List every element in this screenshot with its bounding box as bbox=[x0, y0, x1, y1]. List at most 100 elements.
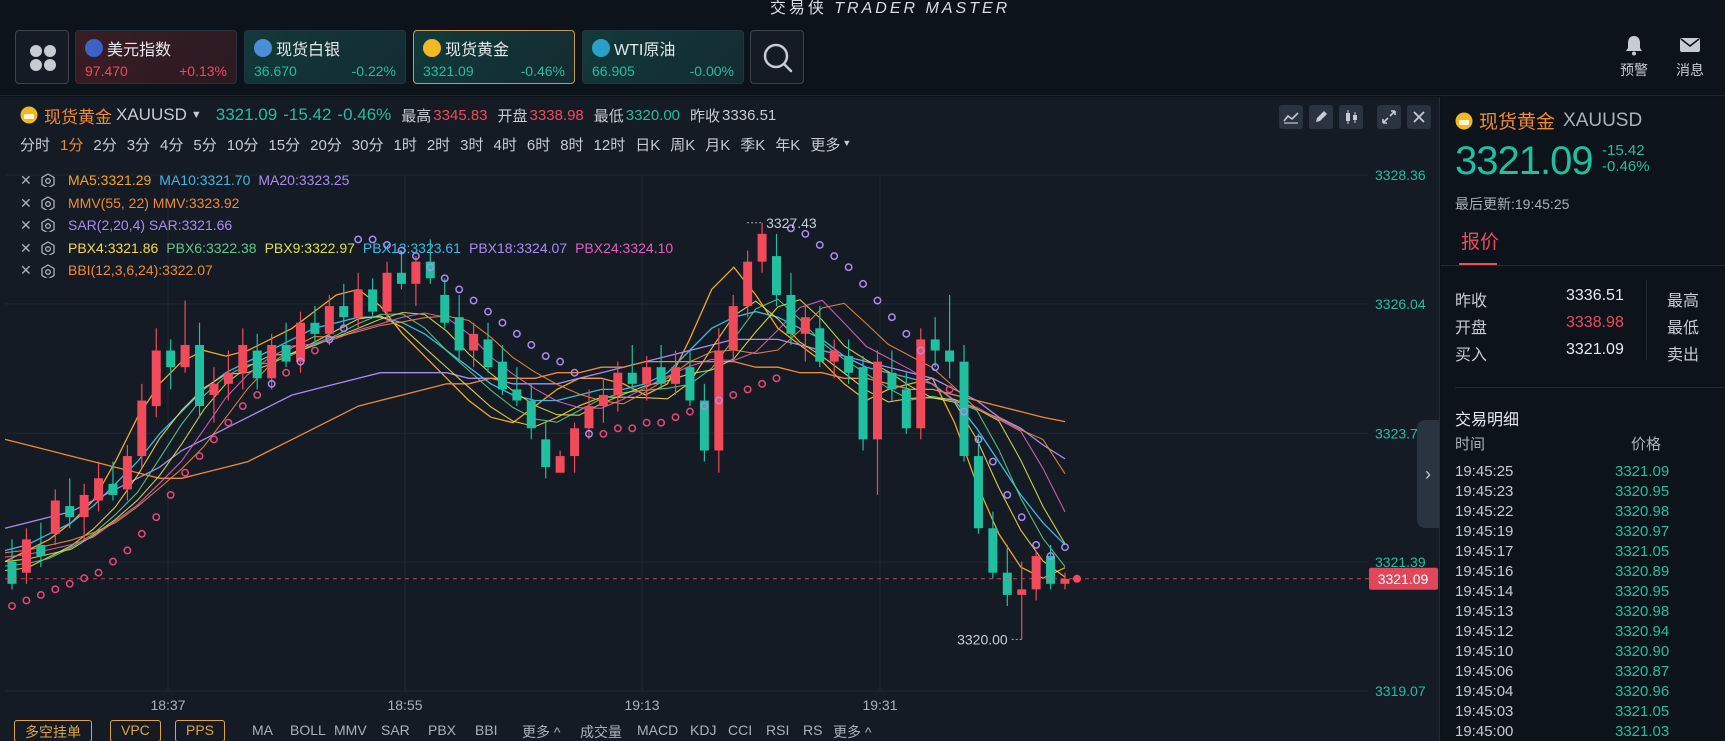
timeframe-tab[interactable]: 6时 bbox=[527, 134, 550, 154]
settings-icon[interactable] bbox=[40, 173, 56, 188]
ticker-change: -0.22% bbox=[351, 63, 396, 79]
pps-button[interactable]: PPS bbox=[175, 720, 226, 741]
chart-symbol-select[interactable]: XAUUSD bbox=[116, 105, 187, 125]
main-indicator-tab[interactable]: BBI bbox=[475, 722, 498, 738]
alert-button[interactable]: 预警 bbox=[1609, 34, 1659, 80]
main-indicator-tab[interactable]: 更多 ^ bbox=[522, 722, 560, 741]
timeframe-tab[interactable]: 年K bbox=[775, 134, 800, 154]
timeframe-tab[interactable]: 1分 bbox=[60, 134, 83, 154]
ticker-change: -0.00% bbox=[689, 63, 734, 79]
stat-label: 最低 bbox=[1667, 320, 1700, 337]
candle-body bbox=[872, 361, 882, 440]
ticker-card[interactable]: 现货黄金 3321.09 -0.46% bbox=[413, 30, 575, 84]
sub-indicator-tab[interactable]: 成交量 bbox=[580, 722, 622, 741]
long-short-orders-button[interactable]: 多空挂单 bbox=[14, 720, 92, 741]
candle-body bbox=[786, 294, 796, 334]
stat-label: 卖出 bbox=[1667, 347, 1700, 364]
trade-time: 19:45:22 bbox=[1455, 503, 1514, 520]
sub-indicator-tab[interactable]: CCI bbox=[728, 722, 752, 738]
candle-body bbox=[844, 356, 854, 373]
settings-icon[interactable] bbox=[40, 263, 56, 278]
trade-price: 3320.95 bbox=[1615, 583, 1670, 600]
main-indicator-tab[interactable]: MMV bbox=[334, 722, 367, 738]
ticker-card[interactable]: WTI原油 66.905 -0.00% bbox=[582, 30, 744, 84]
sub-indicator-tab[interactable]: MACD bbox=[637, 722, 678, 738]
sub-indicator-tab[interactable]: 更多 ^ bbox=[833, 722, 871, 741]
ticker-card[interactable]: 美元指数 97.470 +0.13% bbox=[75, 30, 237, 84]
timeframe-tab[interactable]: 月K bbox=[705, 134, 730, 154]
candle-body bbox=[627, 372, 637, 384]
sub-indicator-tab[interactable]: RS bbox=[803, 722, 822, 738]
timeframe-tab[interactable]: 2时 bbox=[427, 134, 450, 154]
search-button[interactable] bbox=[750, 30, 804, 84]
close-chart-button[interactable] bbox=[1407, 105, 1431, 129]
last-price-label: 3321.09 bbox=[1378, 571, 1429, 587]
timeframe-tab[interactable]: 2分 bbox=[93, 134, 116, 154]
quote-change: -15.42 -0.46% bbox=[1602, 143, 1650, 175]
candle-body bbox=[368, 289, 378, 312]
timeframe-tab[interactable]: 4分 bbox=[160, 134, 183, 154]
side-panel-toggle[interactable]: › bbox=[1417, 420, 1439, 528]
message-button[interactable]: 消息 bbox=[1665, 34, 1715, 80]
chevron-down-icon[interactable]: ▼ bbox=[842, 138, 851, 154]
main-indicator-tab[interactable]: PBX bbox=[428, 722, 456, 738]
main-indicator-tab[interactable]: SAR bbox=[381, 722, 410, 738]
ticker-name-label: 现货黄金 bbox=[445, 42, 510, 59]
timeframe-tab[interactable]: 分时 bbox=[20, 134, 50, 154]
stat-value: 3336.51 bbox=[1566, 287, 1624, 304]
low-value: 3320.00 bbox=[625, 106, 681, 124]
main-indicator-tab[interactable]: MA bbox=[252, 722, 273, 738]
tab-quote[interactable]: 报价 bbox=[1461, 227, 1499, 254]
app-menu-button[interactable] bbox=[15, 30, 69, 84]
main-indicator-tab[interactable]: BOLL bbox=[290, 722, 326, 738]
timeframe-tab[interactable]: 日K bbox=[635, 134, 660, 154]
timeframe-tab[interactable]: 1时 bbox=[393, 134, 416, 154]
candle-body bbox=[829, 350, 839, 362]
timeframe-tab[interactable]: 季K bbox=[740, 134, 765, 154]
sub-indicator-tab[interactable]: KDJ bbox=[690, 722, 716, 738]
candle-body bbox=[65, 506, 75, 518]
vpc-button[interactable]: VPC bbox=[110, 720, 161, 741]
candle-body bbox=[988, 528, 998, 573]
chart-style-button[interactable] bbox=[1339, 105, 1363, 129]
top-bar: 交易侠 TRADER MASTER 美元指数 97.470 +0.13% 现货白银 36… bbox=[0, 0, 1725, 96]
timeframe-tab[interactable]: 更多 bbox=[810, 134, 840, 154]
y-tick-label: 3328.36 bbox=[1375, 167, 1426, 183]
timeframe-tab[interactable]: 周K bbox=[670, 134, 695, 154]
divider bbox=[1455, 387, 1725, 388]
x-tick-label: 18:55 bbox=[387, 697, 422, 713]
candle-body bbox=[656, 367, 666, 384]
timeframe-tab[interactable]: 30分 bbox=[352, 134, 384, 154]
timeframe-tab[interactable]: 10分 bbox=[227, 134, 259, 154]
close-icon[interactable]: ✕ bbox=[20, 237, 40, 260]
sub-indicator-tab[interactable]: RSI bbox=[766, 722, 789, 738]
chevron-down-icon[interactable]: ▼ bbox=[191, 109, 202, 121]
expand-chart-button[interactable] bbox=[1377, 105, 1401, 129]
ticker-card[interactable]: 现货白银 36.670 -0.22% bbox=[244, 30, 406, 84]
candle-body bbox=[598, 394, 608, 407]
indicator-value: PBX18:3324.07 bbox=[468, 239, 568, 256]
candle-body bbox=[440, 294, 450, 323]
settings-icon[interactable] bbox=[40, 241, 56, 256]
close-icon[interactable]: ✕ bbox=[20, 214, 40, 237]
timeframe-tab[interactable]: 12时 bbox=[594, 134, 626, 154]
settings-icon[interactable] bbox=[40, 218, 56, 233]
timeframe-tab[interactable]: 3分 bbox=[127, 134, 150, 154]
candle-body bbox=[469, 333, 479, 351]
close-icon[interactable]: ✕ bbox=[20, 259, 40, 282]
ticker-price: 97.470 bbox=[85, 63, 128, 79]
timeframe-tab[interactable]: 5分 bbox=[193, 134, 216, 154]
timeframe-tab[interactable]: 8时 bbox=[560, 134, 583, 154]
close-icon[interactable]: ✕ bbox=[20, 192, 40, 215]
draw-tool-button[interactable] bbox=[1309, 105, 1333, 129]
settings-icon[interactable] bbox=[40, 196, 56, 210]
timeframe-tab[interactable]: 20分 bbox=[310, 134, 342, 154]
alert-label: 预警 bbox=[1620, 62, 1648, 78]
trade-price: 3320.98 bbox=[1615, 503, 1670, 520]
indicator-tool-button[interactable] bbox=[1279, 105, 1303, 129]
timeframe-tab[interactable]: 3时 bbox=[460, 134, 483, 154]
timeframe-tab[interactable]: 4时 bbox=[494, 134, 517, 154]
timeframe-tab[interactable]: 15分 bbox=[268, 134, 300, 154]
close-icon[interactable]: ✕ bbox=[20, 169, 40, 192]
chart-change-pct: -0.46% bbox=[337, 105, 392, 124]
